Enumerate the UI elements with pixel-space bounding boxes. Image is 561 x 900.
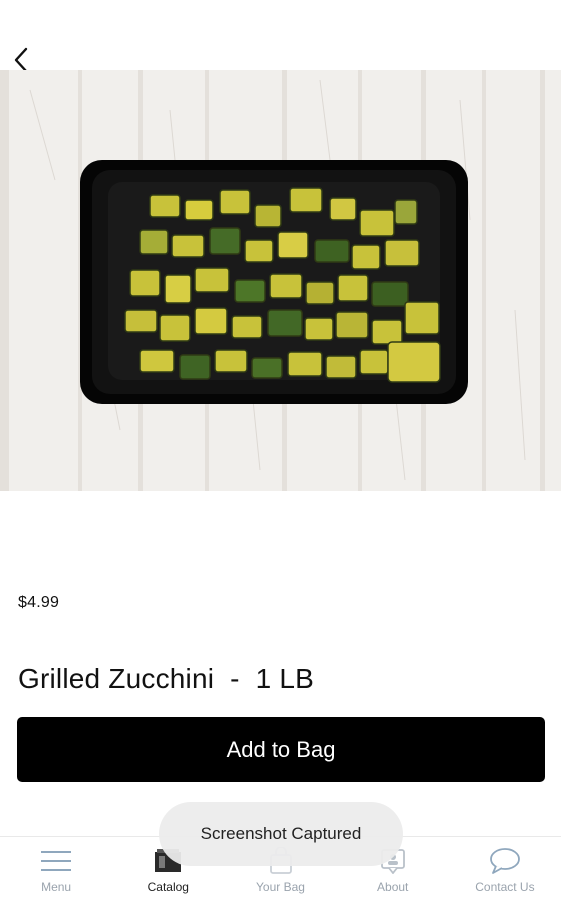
product-detail-screen: $4.99 Grilled Zucchini - 1 LB Add to Bag… xyxy=(0,0,561,900)
tab-label-catalog: Catalog xyxy=(147,880,189,894)
hamburger-menu-icon xyxy=(40,846,72,876)
tab-label-contact-us: Contact Us xyxy=(475,880,535,894)
product-title: Grilled Zucchini - 1 LB xyxy=(18,663,314,694)
tab-label-about: About xyxy=(377,880,409,894)
add-to-bag-button[interactable]: Add to Bag xyxy=(17,717,545,782)
tab-contact-us[interactable]: Contact Us xyxy=(449,837,561,900)
chat-bubble-icon xyxy=(489,846,521,876)
toast-notification: Screenshot Captured xyxy=(159,802,403,866)
tab-label-your-bag: Your Bag xyxy=(256,880,305,894)
product-price: $4.99 xyxy=(18,594,60,611)
tab-label-menu: Menu xyxy=(41,880,72,894)
product-image xyxy=(0,70,561,491)
tab-menu[interactable]: Menu xyxy=(0,837,112,900)
